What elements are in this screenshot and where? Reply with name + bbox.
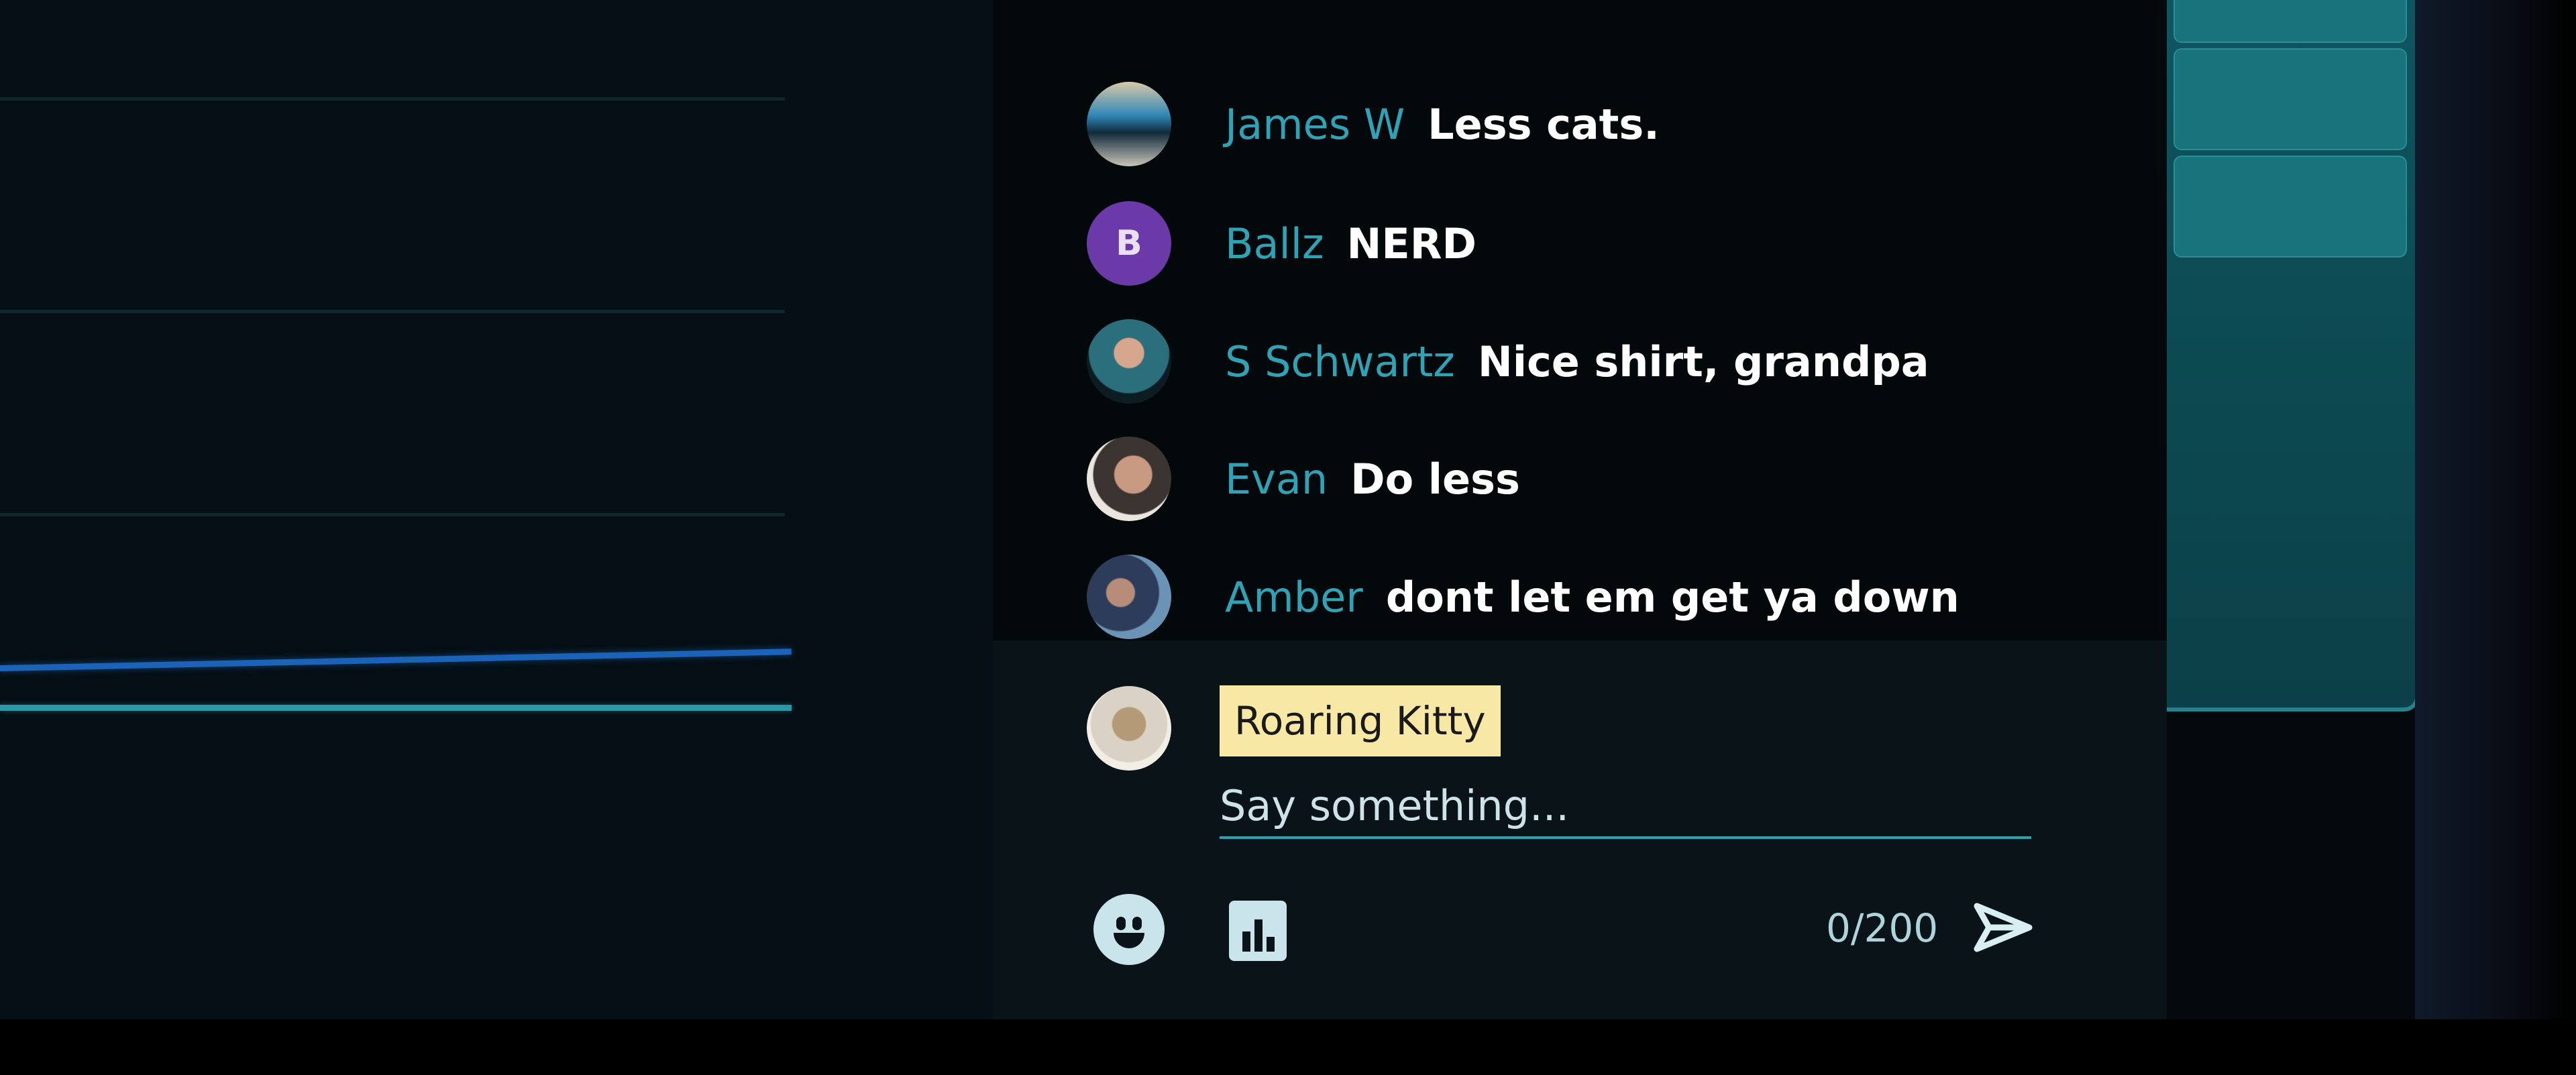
- avatar[interactable]: [1087, 82, 1171, 166]
- bar-chart-bar: [1267, 937, 1275, 952]
- graph-panel: [0, 0, 993, 1019]
- chat-message: James W Less cats.: [1087, 77, 1660, 171]
- avatar[interactable]: [1087, 319, 1171, 404]
- avatar[interactable]: [1087, 555, 1171, 639]
- message-author[interactable]: Ballz: [1225, 219, 1324, 268]
- panel-card[interactable]: [2174, 156, 2407, 258]
- message-text: Less cats.: [1428, 99, 1660, 149]
- right-panel: [2167, 0, 2419, 712]
- message-text: dont let em get ya down: [1385, 572, 1960, 622]
- bar-chart-bar: [1242, 931, 1250, 952]
- chat-message: B Ballz NERD: [1087, 196, 1477, 290]
- bar-chart-bar: [1254, 919, 1263, 952]
- graph-series-line-blue: [0, 648, 792, 671]
- monitor-bezel: [0, 1019, 2576, 1075]
- grid-line: [0, 513, 785, 516]
- compose-area: Roaring Kitty 0/200: [993, 640, 2167, 1019]
- message-author[interactable]: James W: [1225, 100, 1405, 149]
- monitor-frame: [2415, 0, 2576, 1075]
- message-text: Do less: [1350, 454, 1520, 504]
- chat-message: S Schwartz Nice shirt, grandpa: [1087, 315, 1929, 408]
- grid-line: [0, 97, 785, 101]
- smiley-eye: [1132, 917, 1142, 930]
- bar-chart-icon[interactable]: [1229, 901, 1287, 961]
- message-text: NERD: [1346, 219, 1477, 268]
- message-text: Nice shirt, grandpa: [1477, 337, 1929, 386]
- smiley-mouth: [1114, 933, 1144, 948]
- smiley-icon[interactable]: [1093, 894, 1165, 965]
- panel-card[interactable]: [2174, 0, 2407, 43]
- char-counter: 0/200: [1826, 905, 1939, 951]
- message-author[interactable]: Evan: [1225, 455, 1328, 504]
- message-author[interactable]: Amber: [1225, 573, 1363, 622]
- grid-line: [0, 310, 785, 313]
- send-arrow-icon[interactable]: [1969, 894, 2036, 961]
- message-input[interactable]: [1220, 775, 2031, 839]
- message-author[interactable]: S Schwartz: [1225, 337, 1455, 386]
- graph-series-line-teal: [0, 705, 792, 711]
- panel-card[interactable]: [2174, 48, 2407, 150]
- avatar[interactable]: B: [1087, 201, 1171, 286]
- username-badge: Roaring Kitty: [1220, 685, 1501, 756]
- chat-message: Evan Do less: [1087, 432, 1520, 526]
- avatar[interactable]: [1087, 437, 1171, 521]
- chat-panel: James W Less cats. B Ballz NERD S Schwar…: [993, 0, 2167, 1019]
- smiley-eye: [1116, 917, 1126, 930]
- chat-message: Amber dont let em get ya down: [1087, 550, 1960, 644]
- user-avatar: [1087, 686, 1171, 771]
